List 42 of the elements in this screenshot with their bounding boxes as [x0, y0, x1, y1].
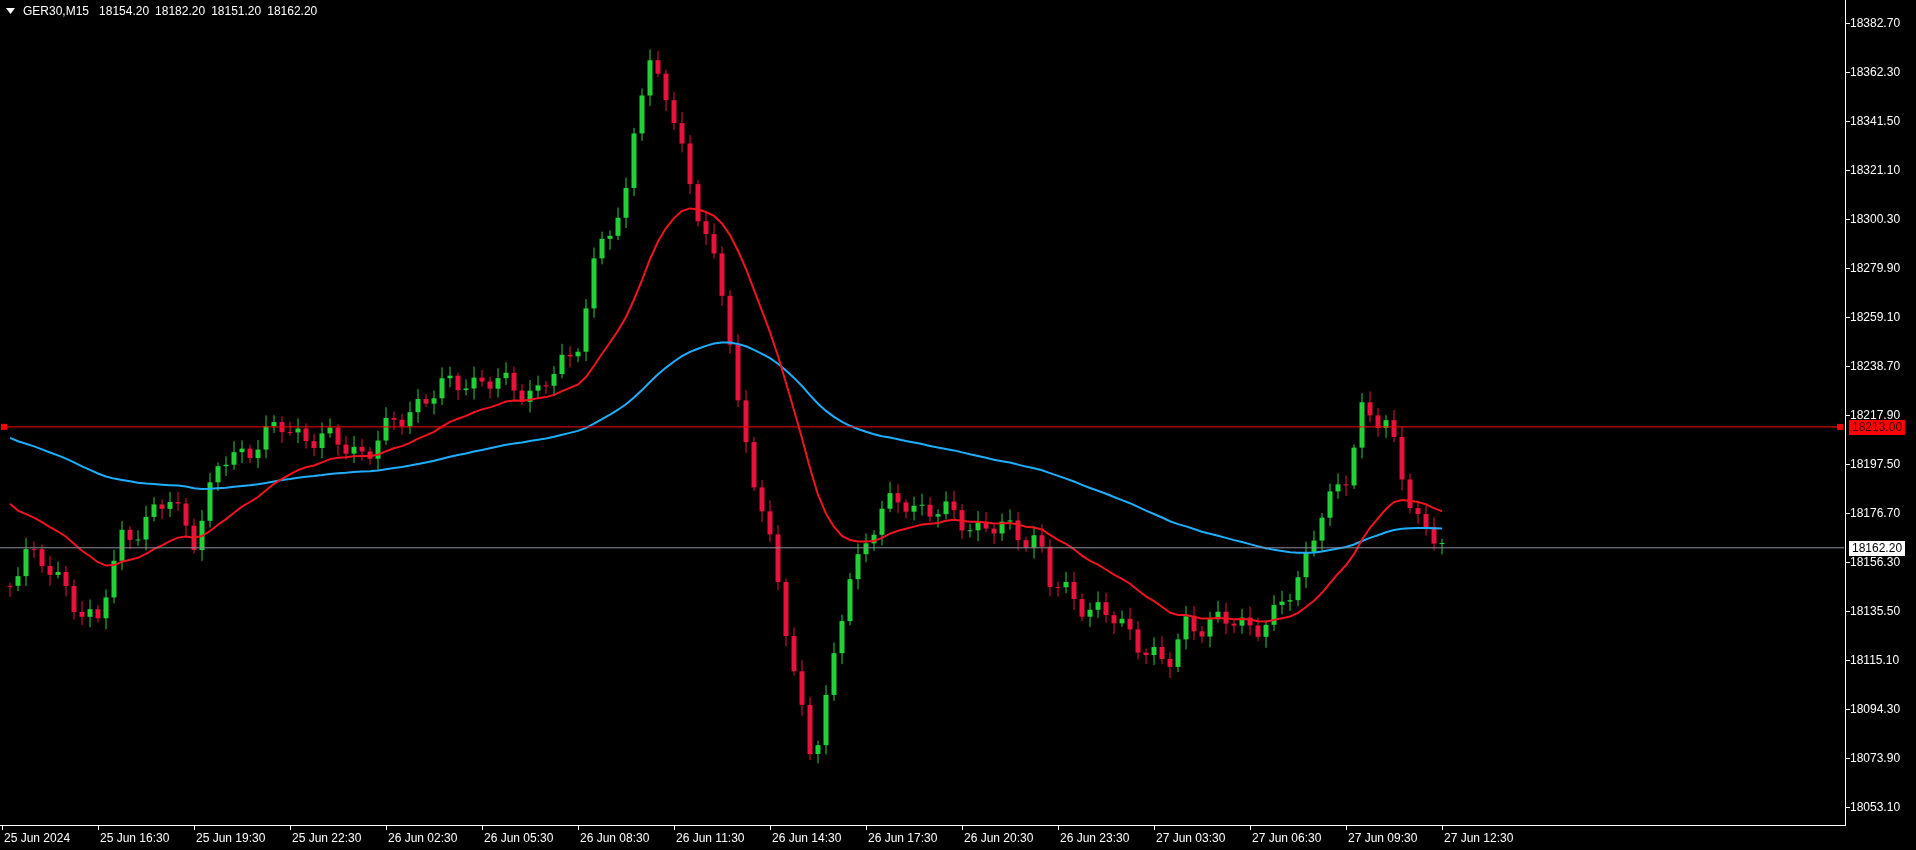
time-tick-label: 26 Jun 08:30 — [580, 831, 650, 845]
price-level-label: 18213.00 — [1849, 419, 1906, 435]
symbol-label: GER30,M15 — [23, 4, 90, 18]
price-tick-label: 18238.70 — [1850, 359, 1901, 373]
time-tick-label: 26 Jun 23:30 — [1060, 831, 1130, 845]
price-tick-label: 18156.30 — [1850, 555, 1901, 569]
time-tick-label: 25 Jun 19:30 — [196, 831, 266, 845]
price-level-line[interactable] — [1, 423, 1843, 430]
price-value: 18151.20 — [211, 4, 262, 18]
price-tick-label: 18073.90 — [1850, 751, 1901, 765]
price-value: 18154.20 — [99, 4, 150, 18]
price-tick-label: 18382.70 — [1850, 16, 1901, 30]
time-tick-label: 26 Jun 02:30 — [388, 831, 458, 845]
price-tick-label: 18176.70 — [1850, 506, 1901, 520]
time-tick-label: 26 Jun 11:30 — [676, 831, 745, 845]
price-tick-label: 18321.10 — [1850, 163, 1901, 177]
time-tick-label: 25 Jun 22:30 — [292, 831, 362, 845]
time-tick-label: 27 Jun 03:30 — [1156, 831, 1226, 845]
price-tick-label: 18279.90 — [1850, 261, 1901, 275]
price-value: 18162.20 — [267, 4, 318, 18]
time-tick-label: 27 Jun 06:30 — [1252, 831, 1322, 845]
time-tick-label: 27 Jun 09:30 — [1348, 831, 1418, 845]
price-tick-label: 18362.30 — [1850, 65, 1901, 79]
price-tick-label: 18197.50 — [1850, 457, 1901, 471]
price-tick-label: 18341.50 — [1850, 114, 1901, 128]
time-tick-label: 26 Jun 14:30 — [772, 831, 842, 845]
price-value: 18182.20 — [155, 4, 206, 18]
price-tick-label: 18094.30 — [1850, 702, 1901, 716]
price-tick-label: 18300.30 — [1850, 212, 1901, 226]
time-tick-label: 27 Jun 12:30 — [1444, 831, 1514, 845]
time-tick-label: 26 Jun 17:30 — [868, 831, 938, 845]
time-tick-label: 26 Jun 05:30 — [484, 831, 554, 845]
time-tick-label: 25 Jun 16:30 — [100, 831, 170, 845]
dropdown-triangle-icon[interactable] — [6, 8, 15, 14]
price-tick-label: 18259.10 — [1850, 310, 1901, 324]
price-level-label: 18162.20 — [1849, 540, 1906, 556]
time-tick-label: 26 Jun 20:30 — [964, 831, 1034, 845]
price-tick-label: 18115.10 — [1850, 653, 1900, 667]
price-tick-label: 18053.10 — [1850, 800, 1901, 814]
price-tick-label: 18135.50 — [1850, 604, 1901, 618]
price-tick-label: 18217.90 — [1850, 408, 1901, 422]
time-tick-label: 25 Jun 2024 — [4, 831, 71, 845]
